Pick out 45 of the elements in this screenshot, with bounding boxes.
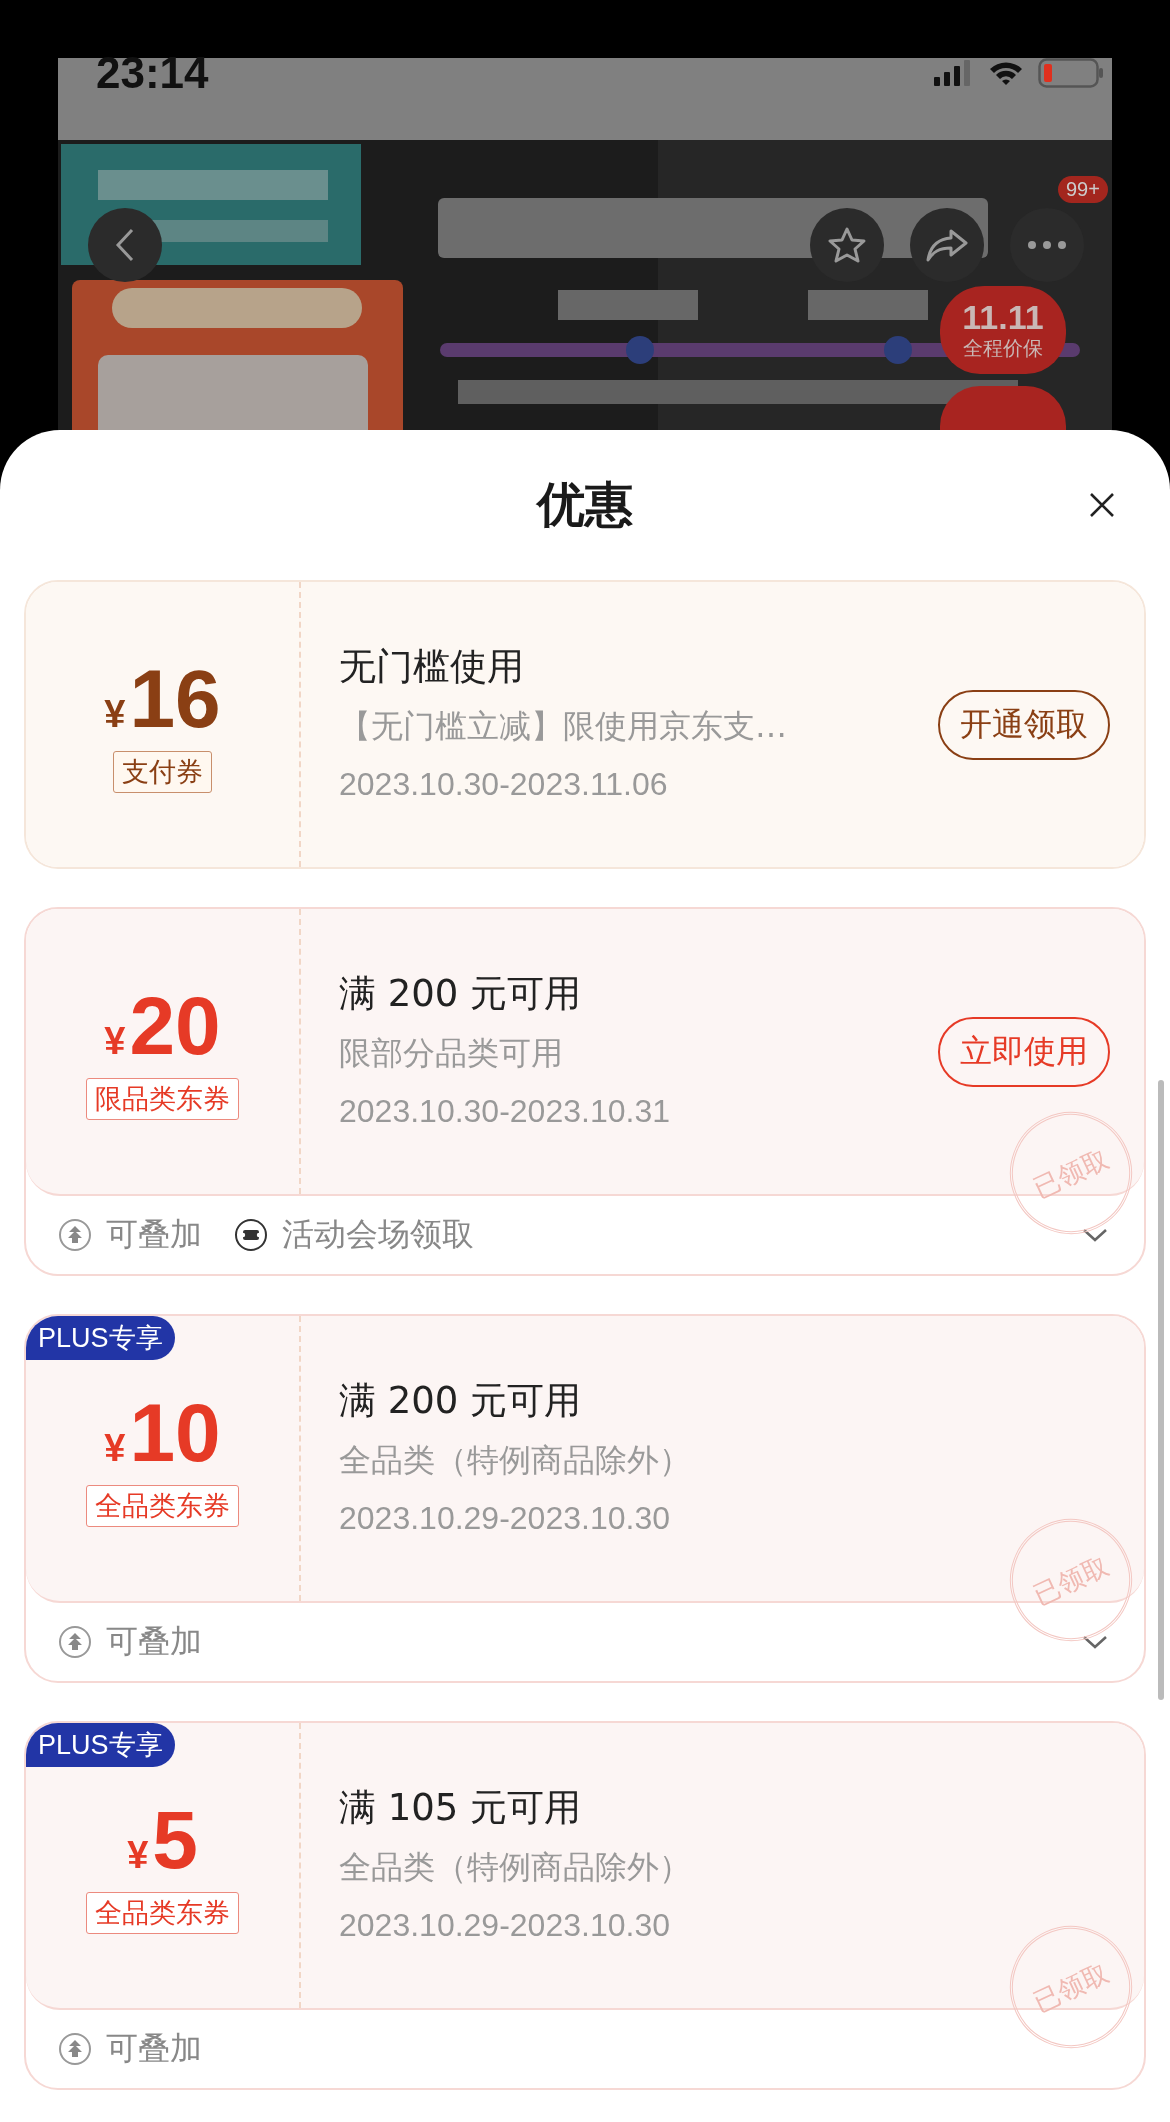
coupon-description: 限部分品类可用: [339, 1032, 564, 1074]
coupon-type-tag: 限品类东券: [86, 1077, 239, 1120]
coupon-validity: 2023.10.29-2023.10.30: [339, 1498, 671, 1538]
badge-label: 全程价保: [963, 335, 1043, 361]
stack-icon: [58, 1625, 92, 1659]
battery-icon: [1038, 58, 1104, 88]
plus-badge: PLUS专享: [26, 1316, 175, 1360]
coupon-condition: 无门槛使用: [339, 643, 525, 690]
coupon-amount: ¥10: [104, 1390, 221, 1475]
coupon-feature: 可叠加: [106, 2028, 202, 2069]
coupon-amount: ¥20: [104, 983, 221, 1068]
event-logo: 11.11: [962, 299, 1044, 335]
sheet-title: 优惠: [537, 475, 633, 534]
share-icon: [925, 227, 969, 263]
coupon-type-tag: 全品类东券: [86, 1891, 239, 1934]
ticket-icon: [234, 1218, 268, 1252]
wifi-icon: [988, 60, 1024, 86]
coupon-condition: 满 200 元可用: [339, 1377, 583, 1424]
coupon-condition: 满 200 元可用: [339, 970, 583, 1017]
coupon-description: 全品类（特例商品除外）: [339, 1846, 692, 1888]
coupon-validity: 2023.10.29-2023.10.30: [339, 1905, 671, 1945]
stack-icon: [58, 1218, 92, 1252]
coupon-type-tag: 支付券: [113, 750, 212, 793]
star-icon: [827, 225, 867, 265]
close-button[interactable]: [1089, 492, 1115, 518]
coupon-type-tag: 全品类东券: [86, 1484, 239, 1527]
coupon-description: 全品类（特例商品除外）: [339, 1439, 692, 1481]
coupon-feature: 可叠加: [106, 1621, 202, 1662]
notification-badge: 99+: [1058, 176, 1108, 203]
coupon-feature: 活动会场领取: [282, 1214, 474, 1255]
coupon-condition: 满 105 元可用: [339, 1784, 583, 1831]
stack-icon: [58, 2032, 92, 2066]
coupon-amount: ¥16: [104, 656, 221, 741]
plus-badge: PLUS专享: [26, 1723, 175, 1767]
back-icon: [114, 227, 136, 263]
coupon-validity: 2023.10.30-2023.10.31: [339, 1091, 671, 1131]
status-time: 23:14: [96, 58, 209, 88]
coupon-action-button[interactable]: 立即使用: [938, 1016, 1110, 1087]
coupon-description: 【无门槛立减】限使用京东支…: [339, 705, 788, 747]
coupon-feature: 可叠加: [106, 1214, 202, 1255]
coupon-validity: 2023.10.30-2023.11.06: [339, 764, 669, 804]
coupon-amount: ¥5: [127, 1797, 198, 1882]
more-icon: [1027, 240, 1067, 250]
close-icon: [1089, 492, 1115, 518]
coupon-action-button[interactable]: 开通领取: [938, 689, 1110, 760]
